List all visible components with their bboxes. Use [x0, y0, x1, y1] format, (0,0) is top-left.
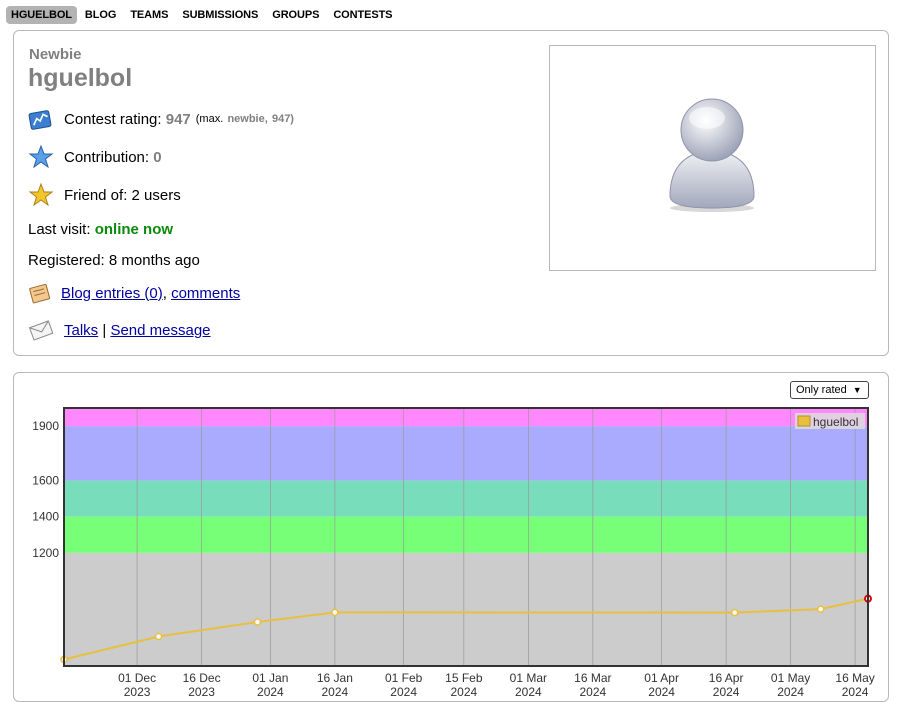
- data-point[interactable]: [154, 632, 163, 641]
- legend-label: hguelbol: [813, 415, 858, 429]
- data-point[interactable]: [816, 605, 825, 613]
- x-tick-year: 2024: [648, 685, 675, 699]
- x-tick-label: 01 Dec: [118, 671, 156, 685]
- rating-band: [64, 480, 868, 517]
- data-point[interactable]: [730, 608, 739, 617]
- y-tick-label: 1600: [32, 473, 59, 487]
- x-tick-year: 2024: [777, 685, 804, 699]
- x-tick-year: 2024: [322, 685, 349, 699]
- legend-swatch: [797, 415, 811, 427]
- x-tick-year: 2024: [579, 685, 606, 699]
- x-tick-label: 01 Apr: [644, 671, 679, 685]
- data-point[interactable]: [253, 618, 262, 626]
- x-tick-label: 01 May: [771, 671, 810, 685]
- x-tick-label: 16 Dec: [183, 671, 221, 685]
- x-tick-year: 2024: [450, 685, 477, 699]
- x-tick-year: 2024: [390, 685, 417, 699]
- rating-band: [64, 516, 868, 553]
- x-tick-year: 2023: [124, 685, 151, 699]
- data-point[interactable]: [331, 608, 339, 617]
- y-tick-label: 1400: [32, 510, 59, 524]
- x-tick-label: 01 Feb: [385, 671, 423, 685]
- x-tick-label: 01 Mar: [510, 671, 547, 685]
- x-tick-label: 15 Feb: [445, 671, 483, 685]
- x-tick-year: 2023: [188, 685, 215, 699]
- x-tick-label: 16 Mar: [574, 671, 611, 685]
- rating-band: [64, 408, 868, 427]
- rating-chart: 1200140016001900 01 Dec202316 Dec202301 …: [32, 407, 875, 699]
- x-tick-label: 01 Jan: [252, 671, 288, 685]
- y-tick-label: 1900: [32, 419, 59, 433]
- x-tick-label: 16 Jan: [317, 671, 353, 685]
- rating-band: [64, 426, 868, 481]
- x-tick-label: 16 Apr: [709, 671, 744, 685]
- rating-band: [64, 552, 868, 666]
- x-tick-year: 2024: [257, 685, 284, 699]
- x-tick-year: 2024: [842, 685, 869, 699]
- x-tick-label: 16 May: [835, 671, 874, 685]
- x-tick-year: 2024: [515, 685, 542, 699]
- x-tick-year: 2024: [713, 685, 740, 699]
- y-tick-label: 1200: [32, 546, 59, 560]
